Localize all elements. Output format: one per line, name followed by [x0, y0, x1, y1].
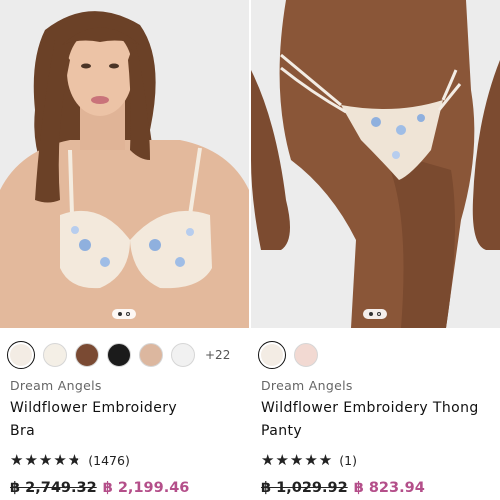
product-rating[interactable]: ★★★★★ ★★★★★ (1)	[261, 452, 357, 468]
swatch-color[interactable]	[107, 343, 131, 367]
star-rating-icons: ★★★★★ ★★★★★	[10, 451, 83, 469]
pagination-dot[interactable]	[126, 312, 130, 316]
product-image-bra[interactable]	[0, 0, 249, 328]
original-price: ฿ 1,029.92	[261, 480, 348, 496]
product-card-bra[interactable]: +22 Dream Angels Wildflower Embroidery B…	[0, 0, 249, 500]
sale-price: ฿ 2,199.46	[102, 480, 190, 496]
image-pagination-dots[interactable]	[112, 309, 136, 319]
product-name-line1[interactable]: Wildflower Embroidery	[10, 397, 240, 420]
product-rating[interactable]: ★★★★★ ★★★★★ (1476)	[10, 452, 130, 468]
product-name-line1[interactable]: Wildflower Embroidery Thong	[261, 397, 491, 420]
pagination-dot[interactable]	[377, 312, 381, 316]
price-block: ฿ 1,029.92 ฿ 823.94	[261, 480, 425, 496]
swatch-selected[interactable]	[7, 341, 35, 369]
product-name-line2[interactable]: Bra	[10, 420, 240, 443]
pagination-dot-active[interactable]	[118, 312, 122, 316]
color-swatches: +22	[7, 341, 230, 369]
color-swatches	[258, 341, 318, 369]
sale-price: ฿ 823.94	[353, 480, 425, 496]
review-count[interactable]: (1476)	[88, 453, 130, 468]
swatch-selected[interactable]	[258, 341, 286, 369]
swatch-color	[261, 344, 283, 366]
product-brand: Dream Angels	[261, 378, 353, 393]
star-rating-fill: ★★★★★	[10, 452, 78, 468]
swatch-color[interactable]	[294, 343, 318, 367]
product-name-line2[interactable]: Panty	[261, 420, 491, 443]
product-name[interactable]: Wildflower Embroidery Bra	[10, 397, 240, 443]
swatch-color	[10, 344, 32, 366]
product-image-panty[interactable]	[251, 0, 500, 328]
swatch-color[interactable]	[43, 343, 67, 367]
product-name[interactable]: Wildflower Embroidery Thong Panty	[261, 397, 491, 443]
more-swatches-count[interactable]: +22	[205, 348, 230, 362]
swatch-color[interactable]	[139, 343, 163, 367]
price-block: ฿ 2,749.32 ฿ 2,199.46	[10, 480, 189, 496]
review-count[interactable]: (1)	[339, 453, 357, 468]
image-pagination-dots[interactable]	[363, 309, 387, 319]
pagination-dot-active[interactable]	[369, 312, 373, 316]
swatch-color[interactable]	[75, 343, 99, 367]
star-rating-fill: ★★★★★	[261, 452, 334, 468]
product-brand: Dream Angels	[10, 378, 102, 393]
product-card-panty[interactable]: Dream Angels Wildflower Embroidery Thong…	[251, 0, 500, 500]
swatch-color[interactable]	[171, 343, 195, 367]
star-rating-icons: ★★★★★ ★★★★★	[261, 451, 334, 469]
original-price: ฿ 2,749.32	[10, 480, 97, 496]
